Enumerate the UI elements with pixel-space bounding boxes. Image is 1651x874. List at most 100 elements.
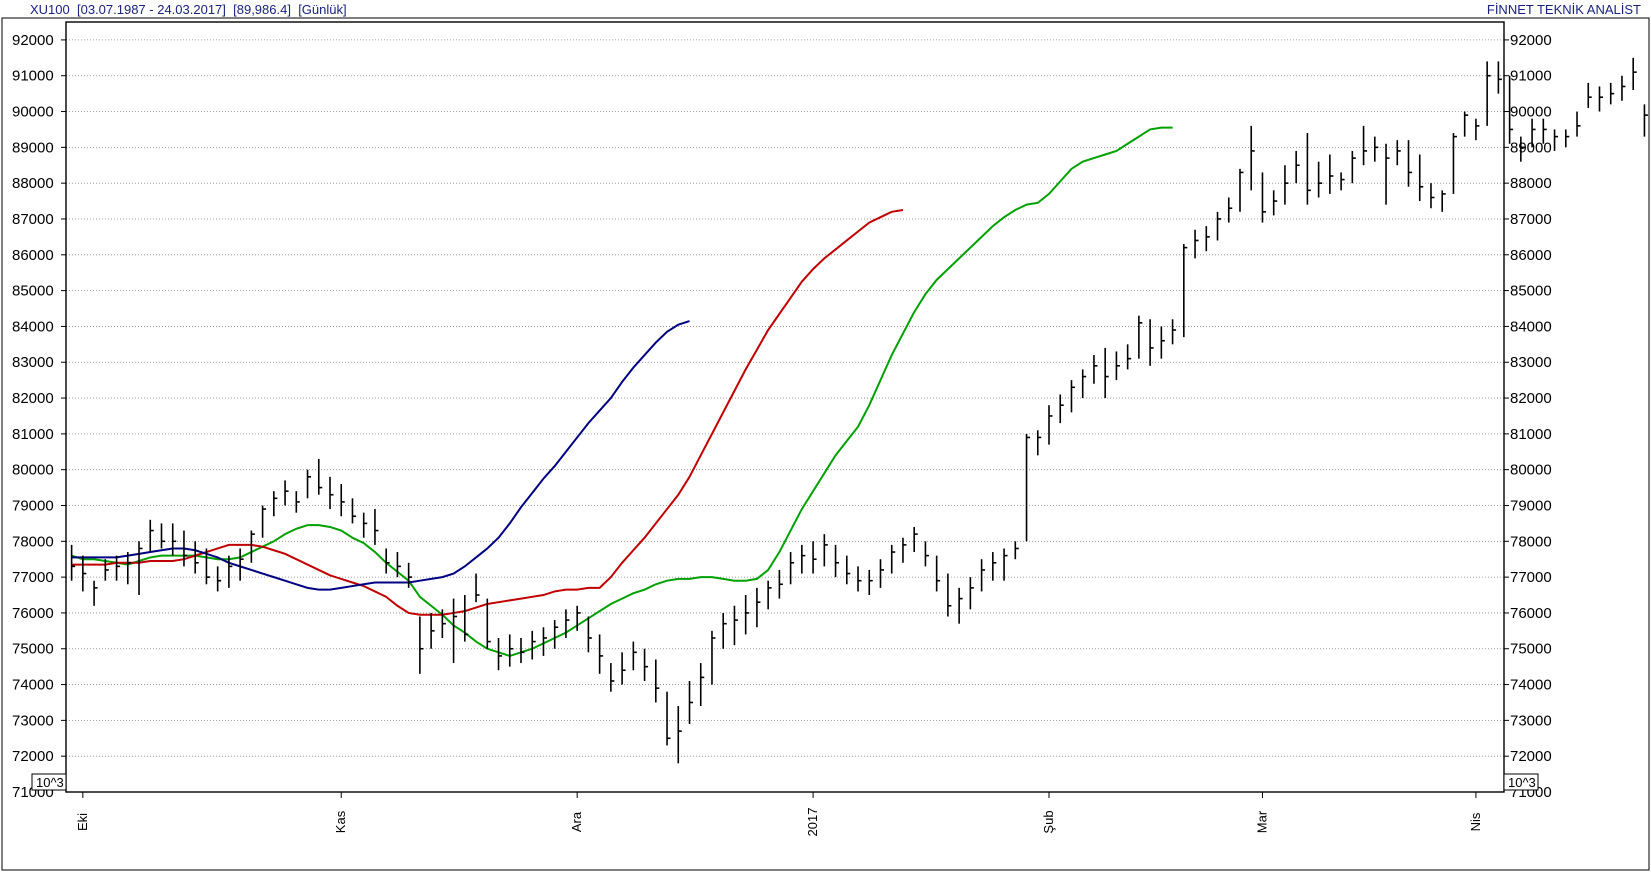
ohlc-bar	[1598, 86, 1603, 112]
y-tick-label-left: 88000	[12, 175, 54, 192]
ohlc-bar	[1441, 190, 1446, 212]
ohlc-bar	[1104, 347, 1109, 399]
ohlc-bar	[857, 566, 862, 592]
moving-average-layer	[71, 126, 1173, 657]
ohlc-bar	[677, 706, 682, 764]
x-tick-label: Şub	[1041, 810, 1056, 833]
y-tick-label-left: 78000	[12, 533, 54, 550]
ohlc-bar	[1160, 326, 1165, 359]
ohlc-bar	[351, 498, 356, 524]
ohlc-bar	[171, 523, 177, 556]
y-tick-label-left: 85000	[12, 283, 54, 300]
ohlc-bar	[475, 573, 480, 603]
ohlc-bar	[924, 541, 929, 567]
y-tick-label-right: 87000	[1510, 211, 1552, 228]
ohlc-bar	[1497, 61, 1502, 94]
y-tick-label-right: 85000	[1510, 283, 1552, 300]
ohlc-bar	[1070, 380, 1075, 413]
y-tick-label-right: 86000	[1510, 247, 1552, 264]
ohlc-bar	[329, 476, 334, 510]
ohlc-bar	[419, 616, 424, 674]
ohlc-bar	[823, 534, 828, 567]
ohlc-bar	[1329, 154, 1334, 194]
ohlc-bar	[610, 663, 615, 692]
y-tick-label-left: 75000	[12, 641, 54, 658]
ohlc-bar	[666, 691, 671, 746]
ohlc-bar	[913, 526, 918, 553]
ohlc-bar	[1036, 430, 1042, 456]
moving-average-line-3	[71, 320, 690, 591]
ohlc-bar	[711, 630, 716, 685]
ohlc-bar	[385, 548, 390, 574]
axis-layer: 72000 72000 73000 73000 74000 74000 75000 75000…	[1, 17, 1650, 871]
ohlc-bar	[93, 580, 98, 606]
ohlc-bar	[1295, 150, 1300, 184]
ohlc-bar	[1081, 369, 1087, 399]
y-tick-label-right: 78000	[1510, 533, 1552, 550]
ohlc-bar	[1250, 125, 1255, 191]
price-chart[interactable]: 72000 72000 73000 73000 74000 74000 75000 75000…	[0, 0, 1651, 874]
ohlc-bar-layer	[70, 57, 1648, 764]
grid-layer	[66, 39, 1504, 757]
ohlc-bar	[655, 659, 660, 703]
y-tick-label-left: 72000	[12, 748, 54, 765]
ohlc-bar	[1317, 161, 1323, 198]
y-tick-label-right: 90000	[1510, 104, 1552, 121]
ohlc-bar	[486, 598, 491, 649]
y-tick-label-right: 83000	[1510, 354, 1552, 371]
y-tick-label-right: 92000	[1510, 32, 1552, 49]
ohlc-bar	[902, 537, 907, 563]
y-tick-label-left: 80000	[12, 462, 54, 479]
ohlc-bar	[1059, 394, 1064, 424]
y-tick-label-left: 77000	[12, 569, 54, 586]
x-tick-label: Eki	[75, 813, 90, 831]
ohlc-bar	[126, 552, 132, 585]
ohlc-bar	[306, 469, 312, 499]
moving-average-line-1	[71, 126, 1173, 657]
ohlc-bar	[1048, 405, 1053, 445]
y-tick-label-right: 82000	[1510, 390, 1552, 407]
ohlc-bar	[1632, 57, 1637, 91]
ohlc-bar	[1014, 541, 1019, 560]
ohlc-bar	[1385, 143, 1390, 205]
ohlc-bar	[1609, 82, 1615, 105]
ohlc-bar	[801, 544, 806, 574]
ohlc-bar	[576, 605, 581, 631]
x-tick-label: 2017	[805, 808, 820, 837]
ohlc-bar	[756, 587, 761, 628]
y-tick-label-right: 76000	[1510, 605, 1552, 622]
ohlc-bar	[82, 555, 87, 592]
ohlc-bar	[250, 530, 255, 563]
ohlc-bar	[1261, 172, 1266, 223]
ohlc-bar	[374, 509, 379, 545]
ohlc-bar	[1025, 433, 1031, 542]
ohlc-bar	[789, 552, 795, 585]
ohlc-bar	[1475, 118, 1480, 141]
ohlc-bar	[1340, 172, 1345, 191]
ohlc-bar	[598, 634, 604, 674]
ohlc-bar	[1284, 165, 1289, 205]
ohlc-bar	[1576, 111, 1581, 137]
ohlc-bar	[216, 566, 222, 592]
ohlc-bar	[587, 616, 592, 653]
y-tick-label-left: 76000	[12, 605, 54, 622]
y-tick-label-left: 84000	[12, 318, 54, 335]
ohlc-bar	[1587, 82, 1592, 108]
ohlc-bar	[1306, 133, 1311, 205]
ohlc-bar	[992, 552, 997, 581]
ohlc-bar	[1452, 133, 1457, 194]
y-tick-label-right: 89000	[1510, 139, 1552, 156]
ohlc-bar	[1239, 168, 1244, 212]
ohlc-bar	[688, 680, 694, 724]
ohlc-bar	[508, 634, 514, 667]
ohlc-bar	[834, 544, 840, 578]
ohlc-bar	[1149, 319, 1154, 366]
y-tick-label-right: 79000	[1510, 497, 1552, 514]
y-tick-label-left: 89000	[12, 139, 54, 156]
ohlc-bar	[632, 641, 637, 671]
ohlc-bar	[1093, 355, 1098, 384]
y-tick-label-right: 91000	[1510, 68, 1552, 85]
y-tick-label-right: 84000	[1510, 318, 1552, 335]
y-tick-label-left: 83000	[12, 354, 54, 371]
ohlc-bar	[531, 630, 536, 660]
